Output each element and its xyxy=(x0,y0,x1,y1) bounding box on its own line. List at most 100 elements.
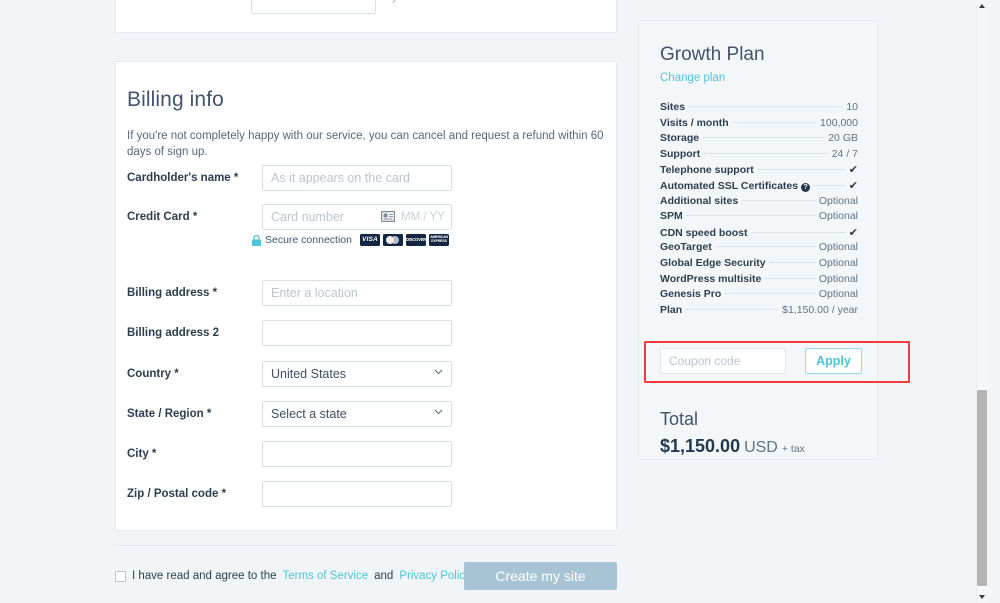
vertical-scrollbar-thumb[interactable] xyxy=(977,390,987,586)
field-row-billing-address: Billing address * xyxy=(127,280,607,308)
plan-feature-leader-dots xyxy=(751,231,845,233)
plan-feature-value: Optional xyxy=(818,194,858,207)
label-billing-address-2: Billing address 2 xyxy=(127,327,220,339)
field-row-credit-card: Credit Card * xyxy=(127,204,607,232)
field-row-country: Country * xyxy=(127,361,607,389)
plan-feature-row: Storage 20 GB xyxy=(660,132,858,148)
plan-feature-leader-dots xyxy=(732,121,817,123)
plan-feature-list: Sites 10 Visits / month 100,000 Storage 20 GB… xyxy=(660,101,858,319)
terms-and-text: and xyxy=(374,570,394,582)
scroll-down-arrow-icon[interactable] xyxy=(977,592,987,602)
terms-checkbox[interactable] xyxy=(115,570,126,582)
billing-address-input[interactable] xyxy=(262,280,452,306)
field-row-state: State / Region * xyxy=(127,401,607,429)
secure-connection-row: Secure connection VISA DISCOVER AMERICAN… xyxy=(252,233,449,247)
plan-feature-value: $1,150.00 / year xyxy=(782,303,858,316)
checkout-footer: I have read and agree to the Terms of Se… xyxy=(115,545,617,603)
billing-subtitle: If you're not completely happy with our … xyxy=(127,130,604,159)
field-row-cardholder-name: Cardholder's name * xyxy=(127,165,607,193)
plan-feature-row: Automated SSL Certificates? ✔ xyxy=(660,179,858,195)
previous-section-input[interactable] xyxy=(251,0,376,14)
visa-icon: VISA xyxy=(359,234,380,246)
coupon-code-input[interactable] xyxy=(660,348,786,374)
total-tax-note: + tax xyxy=(781,443,805,455)
state-select[interactable] xyxy=(262,401,452,427)
total-amount-value: $1,150.00 xyxy=(660,436,741,456)
plan-feature-row: Telephone support ✔ xyxy=(660,163,858,179)
plan-feature-row: GeoTarget Optional xyxy=(660,241,858,257)
privacy-policy-link[interactable]: Privacy Policy xyxy=(399,570,471,582)
previous-section-suffix: / yr xyxy=(386,0,401,3)
checkout-page: / yr Billing info If you're not complete… xyxy=(0,0,988,603)
plan-feature-value: 20 GB xyxy=(828,132,858,145)
label-zip-postal-code: Zip / Postal code * xyxy=(127,488,227,500)
plan-summary-card: Growth Plan Change plan Sites 10 Visits / … xyxy=(638,20,910,460)
country-select-wrap[interactable] xyxy=(262,361,452,387)
billing-address-2-input[interactable] xyxy=(262,320,452,346)
label-state-region: State / Region * xyxy=(127,408,212,420)
scroll-up-arrow-icon[interactable] xyxy=(977,1,987,11)
plan-feature-value: 24 / 7 xyxy=(831,147,858,160)
plan-feature-leader-dots xyxy=(686,215,815,217)
state-select-wrap[interactable] xyxy=(262,401,452,427)
create-my-site-button[interactable]: Create my site xyxy=(464,562,617,590)
plan-feature-leader-dots xyxy=(715,246,815,248)
label-city: City * xyxy=(127,448,157,460)
plan-feature-name: Storage xyxy=(660,132,700,145)
plan-feature-row: CDN speed boost ✔ xyxy=(660,226,858,242)
credit-card-icon xyxy=(381,211,395,222)
plan-feature-row: Support 24 / 7 xyxy=(660,148,858,164)
plan-feature-row: WordPress multisite Optional xyxy=(660,273,858,289)
label-billing-address: Billing address * xyxy=(127,287,218,299)
plan-feature-name: Plan xyxy=(660,303,683,316)
check-icon: ✔ xyxy=(848,226,858,239)
plan-feature-name: Genesis Pro xyxy=(660,288,722,301)
plan-feature-name: Automated SSL Certificates xyxy=(660,179,799,192)
plan-feature-row: Additional sites Optional xyxy=(660,195,858,211)
mastercard-icon xyxy=(382,234,403,246)
plan-feature-leader-dots xyxy=(689,106,843,107)
plan-feature-name: CDN speed boost xyxy=(660,226,748,239)
field-row-billing-address-2: Billing address 2 xyxy=(127,320,607,348)
plan-feature-value: 100,000 xyxy=(820,116,858,129)
billing-title: Billing info xyxy=(127,88,224,111)
city-input[interactable] xyxy=(262,441,452,467)
vertical-scrollbar-track[interactable] xyxy=(976,0,988,603)
discover-icon: DISCOVER xyxy=(405,234,426,246)
plan-feature-name: Support xyxy=(660,147,701,160)
plan-feature-value: Optional xyxy=(818,210,858,223)
card-expiry-input[interactable] xyxy=(401,205,447,229)
label-credit-card: Credit Card * xyxy=(127,211,198,223)
apply-coupon-button[interactable]: Apply xyxy=(805,348,862,374)
plan-feature-leader-dots xyxy=(814,184,845,186)
card-number-input[interactable] xyxy=(271,205,381,229)
terms-of-service-link[interactable]: Terms of Service xyxy=(283,570,369,582)
plan-feature-name: Sites xyxy=(660,101,686,113)
cardholder-name-input[interactable] xyxy=(262,165,452,191)
check-icon: ✔ xyxy=(848,164,858,177)
plan-feature-leader-dots xyxy=(686,308,779,310)
plan-feature-row: Genesis Pro Optional xyxy=(660,288,858,304)
plan-feature-value: 10 xyxy=(846,101,858,113)
terms-prefix-text: I have read and agree to the xyxy=(132,570,277,582)
terms-agreement-row: I have read and agree to the Terms of Se… xyxy=(115,570,471,582)
total-label: Total xyxy=(660,409,699,429)
credit-card-field-group xyxy=(262,204,452,230)
change-plan-link[interactable]: Change plan xyxy=(660,72,725,84)
plan-feature-name: Global Edge Security xyxy=(660,256,766,269)
lock-icon xyxy=(252,234,261,246)
plan-feature-leader-dots xyxy=(757,169,845,171)
plan-feature-row: Global Edge Security Optional xyxy=(660,257,858,273)
zip-input[interactable] xyxy=(262,481,452,507)
previous-section-card: / yr xyxy=(115,0,617,33)
country-select[interactable] xyxy=(262,361,452,387)
plan-feature-row: Sites 10 xyxy=(660,101,858,117)
billing-info-card: Billing info If you're not completely ha… xyxy=(115,61,617,531)
plan-feature-leader-dots xyxy=(704,152,828,154)
help-icon[interactable]: ? xyxy=(801,182,811,192)
plan-feature-value: Optional xyxy=(818,256,858,269)
plan-feature-name: Visits / month xyxy=(660,116,729,129)
plan-feature-name: SPM xyxy=(660,210,683,223)
plan-feature-leader-dots xyxy=(742,199,815,201)
plan-feature-leader-dots xyxy=(769,261,815,263)
